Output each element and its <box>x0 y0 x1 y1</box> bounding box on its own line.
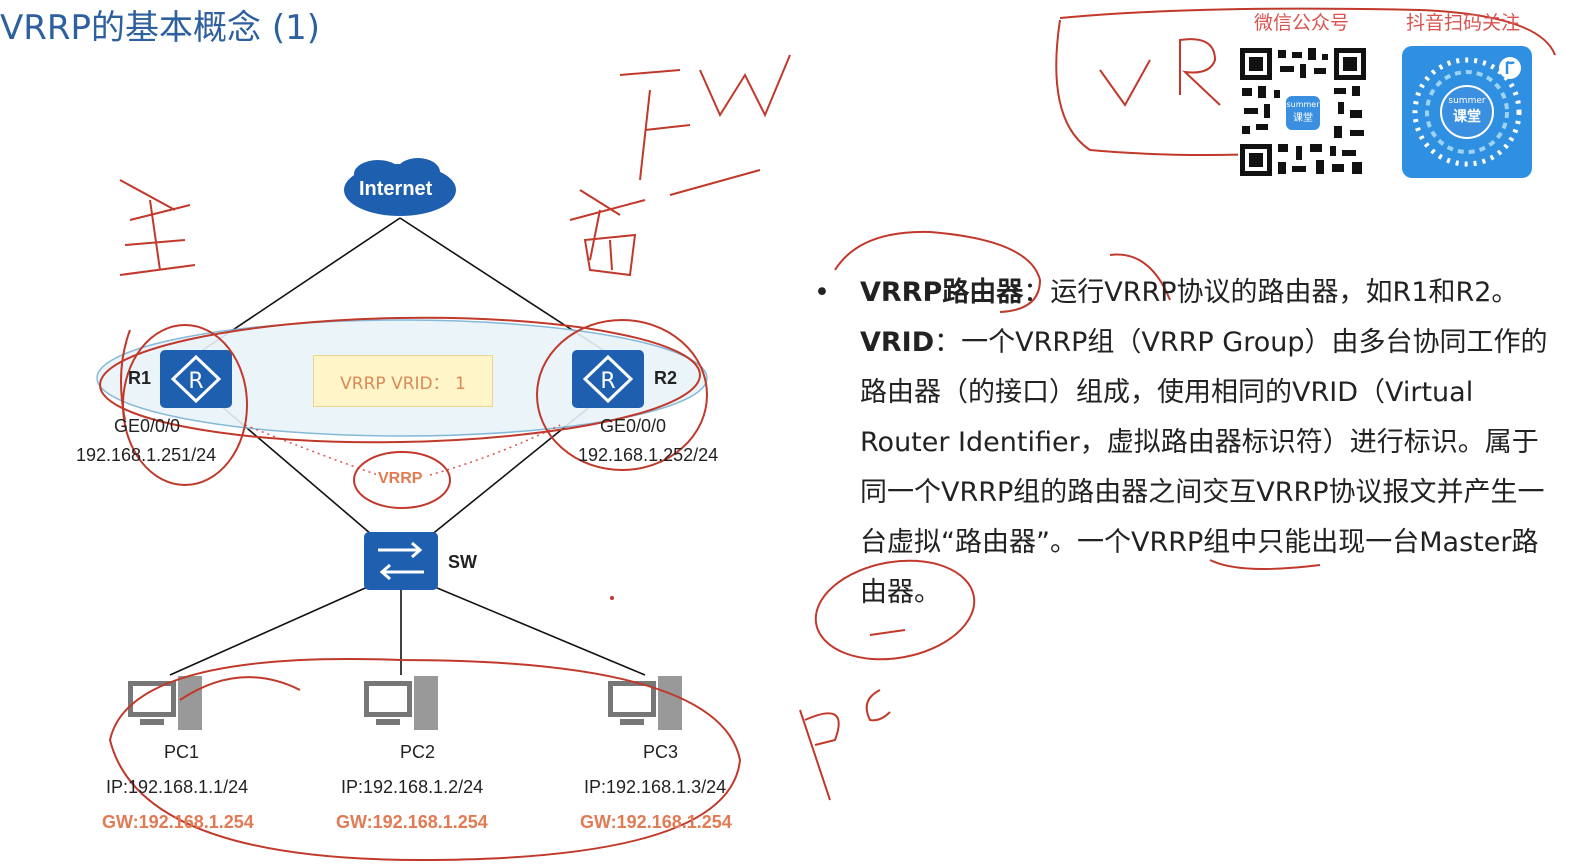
r1-ip: 192.168.1.251/24 <box>76 445 217 465</box>
r1-interface: GE0/0/0 <box>114 416 181 436</box>
bullet-marker: • <box>814 277 830 308</box>
switch-icon <box>364 532 438 590</box>
pc2-gw: GW:192.168.1.254 <box>336 812 488 832</box>
switch-label: SW <box>448 552 477 572</box>
pc1-name: PC1 <box>164 742 200 762</box>
links <box>169 217 646 676</box>
vrrp-description: VRRP路由器：运行VRRP协议的路由器，如R1和R2。 VRID：一个VRRP组… <box>860 268 1552 618</box>
douyin-label: 抖音扫码关注 <box>1406 12 1521 34</box>
router-r2-icon: R <box>572 350 644 408</box>
wechat-qr-code-icon[interactable]: summer 课堂 <box>1238 46 1368 178</box>
pc3-name: PC3 <box>643 742 679 762</box>
internet-label: Internet <box>359 178 433 200</box>
vrrp-label: VRRP <box>378 470 423 487</box>
r2-ip: 192.168.1.252/24 <box>578 445 719 465</box>
logo-text-bottom: 课堂 <box>1293 113 1313 124</box>
douyin-qr-code-icon[interactable]: summer 课堂 <box>1402 46 1532 178</box>
router-r1-label: R1 <box>128 368 152 388</box>
definition-vrrp-router: ：运行VRRP协议的路由器，如R1和R2。 <box>1023 277 1519 308</box>
svg-text:R: R <box>188 369 203 394</box>
router-r2-label: R2 <box>654 368 678 388</box>
wechat-label: 微信公众号 <box>1254 12 1350 34</box>
pc2-name: PC2 <box>400 742 436 762</box>
term-vrrp-router: VRRP路由器 <box>860 277 1024 308</box>
svg-text:R: R <box>600 369 615 394</box>
definition-vrid: ：一个VRRP组（VRRP Group）由多台协同工作的路由器（的接口）组成，使… <box>860 327 1548 608</box>
vrid-box: VRRP VRID： 1 <box>313 355 493 407</box>
pc2-icon <box>364 676 438 730</box>
pc1-gw: GW:192.168.1.254 <box>102 812 254 832</box>
term-vrid: VRID <box>860 327 935 358</box>
r2-interface: GE0/0/0 <box>600 416 667 436</box>
pc2-ip: IP:192.168.1.2/24 <box>341 777 484 797</box>
pc3-ip: IP:192.168.1.3/24 <box>584 777 727 797</box>
pc3-gw: GW:192.168.1.254 <box>580 812 732 832</box>
douyin-logo-bottom: 课堂 <box>1453 109 1481 125</box>
logo-text-top: summer <box>1286 100 1320 109</box>
router-r1-icon: R <box>160 350 232 408</box>
pc1-ip: IP:192.168.1.1/24 <box>106 777 249 797</box>
douyin-logo-top: summer <box>1448 96 1486 106</box>
